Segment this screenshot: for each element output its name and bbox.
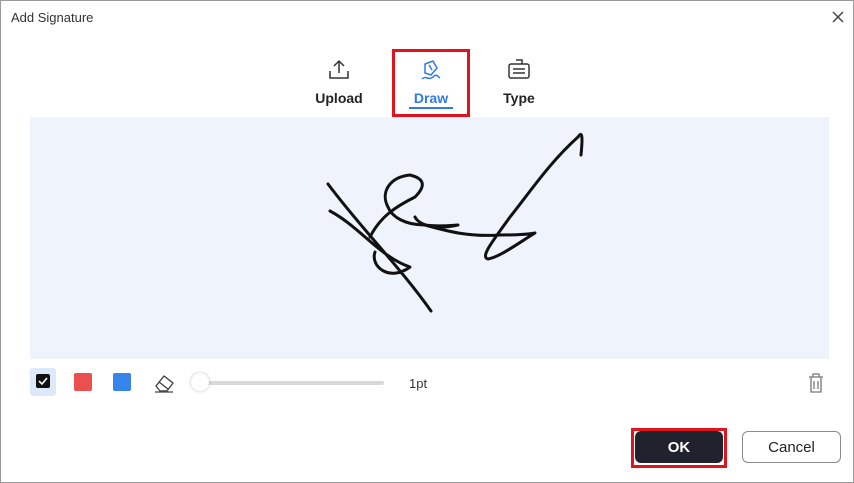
- stroke-size-label: 1pt: [409, 376, 428, 391]
- stroke-size-slider-thumb[interactable]: [191, 373, 209, 391]
- add-signature-dialog: Add Signature Upload Draw Type 1pt OK Ca…: [0, 0, 854, 483]
- draw-tab-highlight: [392, 49, 470, 117]
- color-swatch-red[interactable]: [74, 373, 92, 391]
- color-swatch-blue[interactable]: [113, 373, 131, 391]
- selected-check-icon: [36, 374, 50, 388]
- eraser-icon: [155, 375, 174, 393]
- tab-upload-label: Upload: [315, 90, 363, 106]
- upload-icon: [329, 60, 349, 79]
- trash-icon: [809, 373, 823, 393]
- cancel-button[interactable]: Cancel: [742, 431, 841, 463]
- dialog-title: Add Signature: [11, 10, 94, 25]
- tab-upload[interactable]: Upload: [304, 56, 374, 112]
- eraser-button[interactable]: [153, 372, 177, 394]
- clear-button[interactable]: [806, 372, 826, 394]
- keyboard-icon: [508, 59, 530, 79]
- stroke-size-slider-track[interactable]: [201, 381, 384, 385]
- tab-type-label: Type: [503, 90, 535, 106]
- close-icon: [832, 11, 844, 23]
- tab-type[interactable]: Type: [484, 56, 554, 112]
- close-button[interactable]: [827, 6, 849, 28]
- color-swatch-black[interactable]: [30, 368, 56, 396]
- signature-stroke: [326, 132, 584, 313]
- signature-canvas[interactable]: [30, 117, 829, 359]
- ok-button-highlight: [631, 428, 727, 468]
